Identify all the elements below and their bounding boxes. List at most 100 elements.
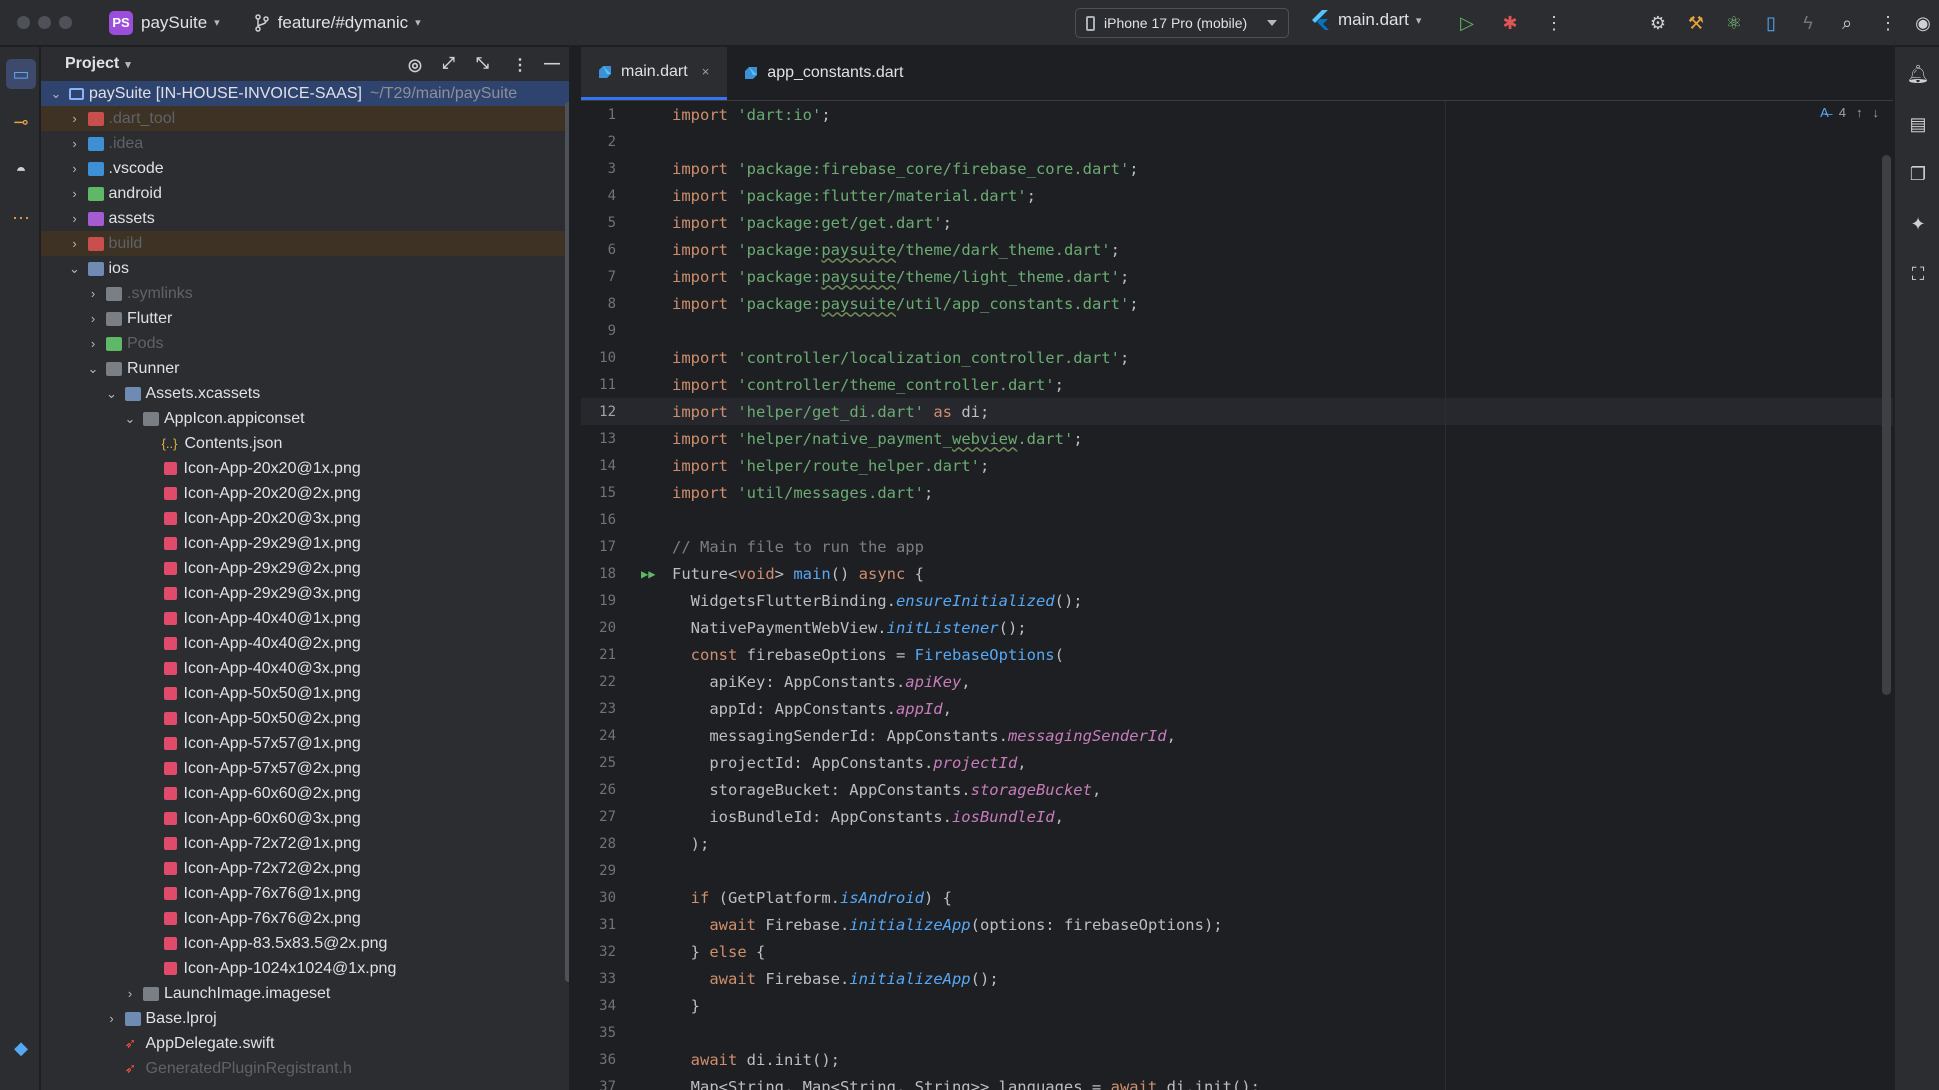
tree-item[interactable]: Icon-App-20x20@2x.png bbox=[41, 481, 569, 506]
line-number[interactable]: 7 bbox=[581, 269, 641, 285]
chevron-right-icon[interactable]: › bbox=[123, 986, 137, 1001]
code-line[interactable]: 9 bbox=[581, 317, 1893, 344]
tree-item[interactable]: › .dart_tool bbox=[41, 106, 569, 131]
chevron-down-icon[interactable]: ⌄ bbox=[123, 411, 137, 427]
chevron-right-icon[interactable]: › bbox=[86, 336, 100, 351]
chevron-right-icon[interactable]: › bbox=[68, 136, 82, 151]
tree-root[interactable]: ⌄ paySuite [IN-HOUSE-INVOICE-SAAS] ~/T29… bbox=[41, 81, 569, 106]
line-number[interactable]: 16 bbox=[581, 512, 641, 528]
line-number[interactable]: 25 bbox=[581, 755, 641, 771]
chevron-right-icon[interactable]: › bbox=[68, 161, 82, 176]
tree-item[interactable]: ➶ GeneratedPluginRegistrant.h bbox=[41, 1056, 569, 1081]
code-line[interactable]: 34 } bbox=[581, 992, 1893, 1019]
tree-item[interactable]: Icon-App-76x76@2x.png bbox=[41, 906, 569, 931]
line-number[interactable]: 13 bbox=[581, 431, 641, 447]
tab-main-dart[interactable]: main.dart × bbox=[581, 47, 728, 100]
tree-item[interactable]: › Base.lproj bbox=[41, 1006, 569, 1031]
code-line[interactable]: 22 apiKey: AppConstants.apiKey, bbox=[581, 668, 1893, 695]
tree-item[interactable]: Icon-App-29x29@2x.png bbox=[41, 556, 569, 581]
tree-item[interactable]: › build bbox=[41, 231, 569, 256]
more-horizontal-icon[interactable]: ⋯ bbox=[6, 203, 36, 233]
project-scrollbar[interactable] bbox=[565, 102, 569, 982]
tree-item[interactable]: Icon-App-50x50@1x.png bbox=[41, 681, 569, 706]
tree-item[interactable]: {..} Contents.json bbox=[41, 431, 569, 456]
code-line[interactable]: 7 import 'package:paysuite/theme/light_th… bbox=[581, 263, 1893, 290]
tree-item[interactable]: Icon-App-20x20@1x.png bbox=[41, 456, 569, 481]
previous-highlight-icon[interactable]: ↑ bbox=[1856, 105, 1863, 120]
lightning-icon[interactable]: ϟ bbox=[1797, 12, 1819, 34]
tree-item[interactable]: › Pods bbox=[41, 331, 569, 356]
layout-inspector-icon[interactable]: ⛶ bbox=[1905, 261, 1931, 287]
code-line[interactable]: 10 import 'controller/localization_contro… bbox=[581, 344, 1893, 371]
line-number[interactable]: 29 bbox=[581, 863, 641, 879]
tree-item[interactable]: ➶ AppDelegate.swift bbox=[41, 1031, 569, 1056]
line-number[interactable]: 33 bbox=[581, 971, 641, 987]
tree-item[interactable]: › .idea bbox=[41, 131, 569, 156]
line-number[interactable]: 35 bbox=[581, 1025, 641, 1041]
chevron-down-icon[interactable]: ▾ bbox=[214, 16, 220, 29]
close-icon[interactable]: × bbox=[702, 64, 710, 79]
chevron-right-icon[interactable]: › bbox=[105, 1011, 119, 1026]
line-number[interactable]: 5 bbox=[581, 215, 641, 231]
code-line[interactable]: 1 import 'dart:io'; bbox=[581, 101, 1893, 128]
branch-name[interactable]: feature/#dymanic bbox=[278, 13, 408, 33]
chevron-right-icon[interactable]: › bbox=[68, 236, 82, 251]
editor-scrollbar[interactable] bbox=[1882, 155, 1891, 695]
panel-title[interactable]: Project bbox=[65, 55, 119, 73]
run-gutter-icon[interactable]: ▶▶ bbox=[641, 567, 672, 581]
code-line[interactable]: 3 import 'package:firebase_core/firebase_… bbox=[581, 155, 1893, 182]
code-line[interactable]: 27 iosBundleId: AppConstants.iosBundleId… bbox=[581, 803, 1893, 830]
project-tool-icon[interactable]: ▭ bbox=[6, 59, 36, 89]
chevron-right-icon[interactable]: › bbox=[86, 311, 100, 326]
ai-assistant-icon[interactable]: ✦ bbox=[1905, 211, 1931, 237]
more-vertical-icon[interactable]: ⋮ bbox=[1877, 12, 1899, 34]
tree-item[interactable]: Icon-App-72x72@2x.png bbox=[41, 856, 569, 881]
code-line[interactable]: 25 projectId: AppConstants.projectId, bbox=[581, 749, 1893, 776]
code-line[interactable]: 12 import 'helper/get_di.dart' as di; bbox=[581, 398, 1893, 425]
chevron-down-icon[interactable]: ⌄ bbox=[86, 361, 100, 377]
code-line[interactable]: 37 Map<String, Map<String, String>> lang… bbox=[581, 1073, 1893, 1090]
tree-item[interactable]: › android bbox=[41, 181, 569, 206]
tree-item[interactable]: Icon-App-50x50@2x.png bbox=[41, 706, 569, 731]
tab-app-constants[interactable]: app_constants.dart bbox=[727, 47, 921, 100]
tree-item[interactable]: ⌄ Assets.xcassets bbox=[41, 381, 569, 406]
chevron-down-icon[interactable]: ▾ bbox=[125, 58, 131, 71]
chevron-down-icon[interactable]: ⌄ bbox=[49, 86, 63, 102]
github-icon[interactable]: ◓ bbox=[6, 155, 36, 185]
code-line[interactable]: 4 import 'package:flutter/material.dart'; bbox=[581, 182, 1893, 209]
line-number[interactable]: 4 bbox=[581, 188, 641, 204]
tree-item[interactable]: Icon-App-1024x1024@1x.png bbox=[41, 956, 569, 981]
chevron-right-icon[interactable]: › bbox=[86, 286, 100, 301]
device-sync-icon[interactable]: ▯ bbox=[1760, 12, 1782, 34]
device-selector[interactable]: iPhone 17 Pro (mobile) bbox=[1075, 8, 1289, 38]
line-number[interactable]: 31 bbox=[581, 917, 641, 933]
line-number[interactable]: 2 bbox=[581, 134, 641, 150]
line-number[interactable]: 36 bbox=[581, 1052, 641, 1068]
code-line[interactable]: 13 import 'helper/native_payment_webview.… bbox=[581, 425, 1893, 452]
chevron-right-icon[interactable]: › bbox=[68, 111, 82, 126]
debug-icon[interactable]: ✱ bbox=[1499, 12, 1521, 34]
chevron-right-icon[interactable]: › bbox=[68, 211, 82, 226]
flutter-inspector-icon[interactable]: ◆ bbox=[6, 1033, 36, 1063]
line-number[interactable]: 19 bbox=[581, 593, 641, 609]
tree-item[interactable]: ⌄ AppIcon.appiconset bbox=[41, 406, 569, 431]
code-line[interactable]: 8 import 'package:paysuite/util/app_const… bbox=[581, 290, 1893, 317]
line-number[interactable]: 27 bbox=[581, 809, 641, 825]
collapse-all-icon[interactable]: ⤡ bbox=[476, 55, 489, 73]
line-number[interactable]: 6 bbox=[581, 242, 641, 258]
code-line[interactable]: 15 import 'util/messages.dart'; bbox=[581, 479, 1893, 506]
run-icon[interactable]: ▷ bbox=[1456, 12, 1478, 34]
line-number[interactable]: 14 bbox=[581, 458, 641, 474]
line-number[interactable]: 28 bbox=[581, 836, 641, 852]
tree-item[interactable]: Icon-App-57x57@1x.png bbox=[41, 731, 569, 756]
project-badge[interactable]: PS bbox=[109, 10, 133, 35]
code-line[interactable]: 18 ▶▶ Future<void> main() async { bbox=[581, 560, 1893, 587]
line-number[interactable]: 3 bbox=[581, 161, 641, 177]
tree-item[interactable]: Icon-App-20x20@3x.png bbox=[41, 506, 569, 531]
code-line[interactable]: 36 await di.init(); bbox=[581, 1046, 1893, 1073]
line-number[interactable]: 8 bbox=[581, 296, 641, 312]
code-line[interactable]: 16 bbox=[581, 506, 1893, 533]
tree-item[interactable]: Icon-App-40x40@1x.png bbox=[41, 606, 569, 631]
line-number[interactable]: 22 bbox=[581, 674, 641, 690]
search-icon[interactable]: ⌕ bbox=[1836, 12, 1858, 34]
